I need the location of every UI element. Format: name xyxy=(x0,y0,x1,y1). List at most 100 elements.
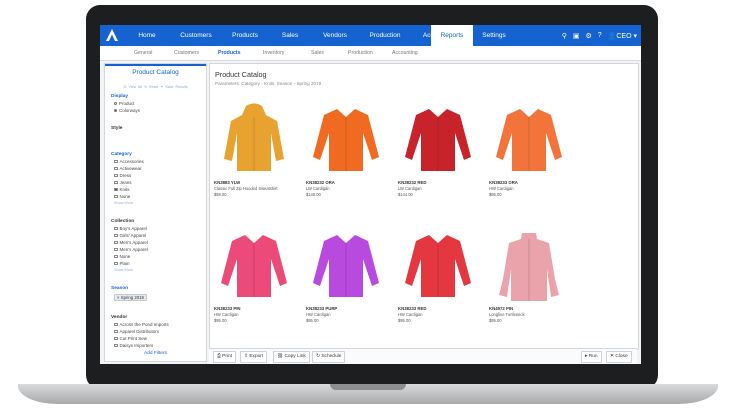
export-button[interactable]: ⇪ Export xyxy=(240,351,268,363)
radio-checked-icon xyxy=(114,109,117,112)
display-option-product[interactable]: Product xyxy=(114,101,135,106)
help-icon[interactable]: ? xyxy=(598,32,602,39)
gear-icon[interactable]: ⚙ xyxy=(585,32,591,40)
option-label: Colorways xyxy=(119,108,141,113)
checkbox-icon xyxy=(114,233,118,238)
nav-right-tools: ⚲ ▣ ⚙ ? 👤CEO ▾ xyxy=(562,25,637,46)
schedule-button[interactable]: ↻ Schedule xyxy=(312,351,346,363)
category-option[interactable]: Accessories xyxy=(114,159,144,164)
product-card[interactable]: KN3883 YLW Classic Full Zip Hooded Sweats… xyxy=(214,103,294,198)
subnav-customers[interactable]: Customers xyxy=(174,46,199,60)
product-card[interactable]: KN38233 PIN HW Cardigan $95.00 xyxy=(214,229,294,324)
collection-option[interactable]: Boy's Apparel xyxy=(114,226,147,231)
collection-option[interactable]: Men's Apparel xyxy=(114,247,148,252)
option-label: Product xyxy=(119,101,135,106)
vendor-option[interactable]: Apparel Distributors xyxy=(114,329,159,334)
season-tag[interactable]: × Spring 2019 xyxy=(114,294,147,301)
sidebar-actions[interactable]: ⊟ View All ⟲ Reset ✦ Save Results xyxy=(105,85,206,89)
option-label: Daisys Importers xyxy=(119,343,154,348)
option-label: Girls' Apparel xyxy=(119,233,147,238)
app-logo-icon[interactable] xyxy=(105,28,119,42)
product-price: $140.00 xyxy=(306,192,321,197)
option-label: Activewear xyxy=(119,166,142,171)
option-label: Across the Pond Imports xyxy=(119,322,169,327)
product-card[interactable]: KN38232 ORA LW Cardigan $140.00 xyxy=(306,103,386,198)
run-button[interactable]: ▸ Run xyxy=(581,351,602,363)
add-filters-button[interactable]: Add Filters xyxy=(105,351,206,356)
nav-tab-reports[interactable]: Reports xyxy=(431,25,473,46)
subnav-production[interactable]: Production xyxy=(348,46,373,60)
product-sku: KN3883 YLW xyxy=(214,180,241,185)
product-price: $144.00 xyxy=(398,192,413,197)
product-image xyxy=(224,103,284,171)
subnav-products[interactable]: Products xyxy=(218,46,240,60)
checkbox-icon xyxy=(114,343,118,348)
collection-option[interactable]: None xyxy=(114,254,130,259)
product-image xyxy=(496,109,562,171)
product-card[interactable]: KN38233 RED HW Cardigan $95.00 xyxy=(398,229,478,324)
nav-tab-home[interactable]: Home xyxy=(123,25,171,46)
product-name: HW Cardigan xyxy=(306,312,331,317)
display-option-colorways[interactable]: Colorways xyxy=(114,108,140,113)
product-card[interactable]: KN4972 PIN Longline Turtleneck $95.00 xyxy=(489,229,569,324)
subnav-sales[interactable]: Sales xyxy=(311,46,324,60)
product-card[interactable]: KN38233 PURP HW Cardigan $95.00 xyxy=(306,229,386,324)
collection-option[interactable]: Girls' Apparel xyxy=(114,233,146,238)
checkbox-checked-icon xyxy=(114,187,118,192)
category-option[interactable]: None xyxy=(114,194,130,199)
product-sku: KN38233 ORA xyxy=(489,180,518,185)
sidebar-title: Product Catalog xyxy=(132,69,179,76)
nav-tab-vendors[interactable]: Vendors xyxy=(311,25,359,46)
nav-tab-production[interactable]: Production xyxy=(359,25,411,46)
vendor-heading: Vendor xyxy=(111,315,128,320)
nav-tab-products[interactable]: Products xyxy=(221,25,269,46)
product-card[interactable]: KN38233 ORA HW Cardigan $95.00 xyxy=(489,103,569,198)
option-label: Cut Print Sew xyxy=(119,336,148,341)
subnav-accounting[interactable]: Accounting xyxy=(392,46,418,60)
nav-tab-customers[interactable]: Customers xyxy=(171,25,221,46)
category-show-more[interactable]: Show More xyxy=(114,201,133,205)
product-name: HW Cardigan xyxy=(398,312,423,317)
checkbox-icon xyxy=(114,322,118,327)
category-option[interactable]: Activewear xyxy=(114,166,142,171)
product-price: $95.00 xyxy=(489,318,502,323)
option-label: Accessories xyxy=(119,159,144,164)
checkbox-icon xyxy=(114,261,118,266)
print-button[interactable]: ⎙ Print xyxy=(213,351,237,363)
category-option[interactable]: Dress xyxy=(114,173,131,178)
vendor-option[interactable]: Across the Pond Imports xyxy=(114,322,169,327)
nav-tab-settings[interactable]: Settings xyxy=(473,25,515,46)
collection-show-more[interactable]: Show More xyxy=(114,268,133,272)
checkbox-icon xyxy=(114,240,118,245)
product-card[interactable]: KN38232 RED LW Cardigan $144.00 xyxy=(398,103,478,198)
vendor-option[interactable]: Daisys Importers xyxy=(114,343,153,348)
schedule-label: Schedule xyxy=(321,354,342,359)
category-option[interactable]: Jeans xyxy=(114,180,132,185)
vendor-option[interactable]: Cut Print Sew xyxy=(114,336,147,341)
category-option-knits[interactable]: Knits xyxy=(114,187,130,192)
checkbox-icon xyxy=(114,194,118,199)
laptop-notch xyxy=(330,384,406,390)
gift-icon[interactable]: ▣ xyxy=(573,32,580,40)
app-screen: Home Customers Products Sales Vendors Pr… xyxy=(100,25,641,364)
product-name: LW Cardigan xyxy=(398,186,422,191)
category-heading: Category xyxy=(111,152,132,157)
product-price: $95.00 xyxy=(489,192,502,197)
nav-tab-sales[interactable]: Sales xyxy=(269,25,311,46)
user-menu[interactable]: 👤CEO ▾ xyxy=(608,32,637,40)
product-sku: KN38232 ORA xyxy=(306,180,335,185)
print-label: Print xyxy=(222,354,233,359)
subnav-general[interactable]: General xyxy=(134,46,152,60)
copy-link-label: Copy Link xyxy=(284,354,306,359)
collection-option[interactable]: Men's Apparel xyxy=(114,240,148,245)
copy-link-button[interactable]: ⛓ Copy Link xyxy=(273,351,310,363)
subnav-inventory[interactable]: Inventory xyxy=(263,46,284,60)
search-icon[interactable]: ⚲ xyxy=(562,32,567,40)
option-label: Jeans xyxy=(119,180,132,185)
product-name: Classic Full Zip Hooded Sweatshirt xyxy=(214,186,278,191)
option-label: Dress xyxy=(119,173,132,178)
collection-option[interactable]: Plain xyxy=(114,261,130,266)
collection-heading: Collection xyxy=(111,219,135,224)
close-button[interactable]: ✕ Close xyxy=(606,351,632,363)
action-bar: ⎙ Print ⇪ Export ⛓ Copy Link ↻ Schedule … xyxy=(209,348,637,364)
